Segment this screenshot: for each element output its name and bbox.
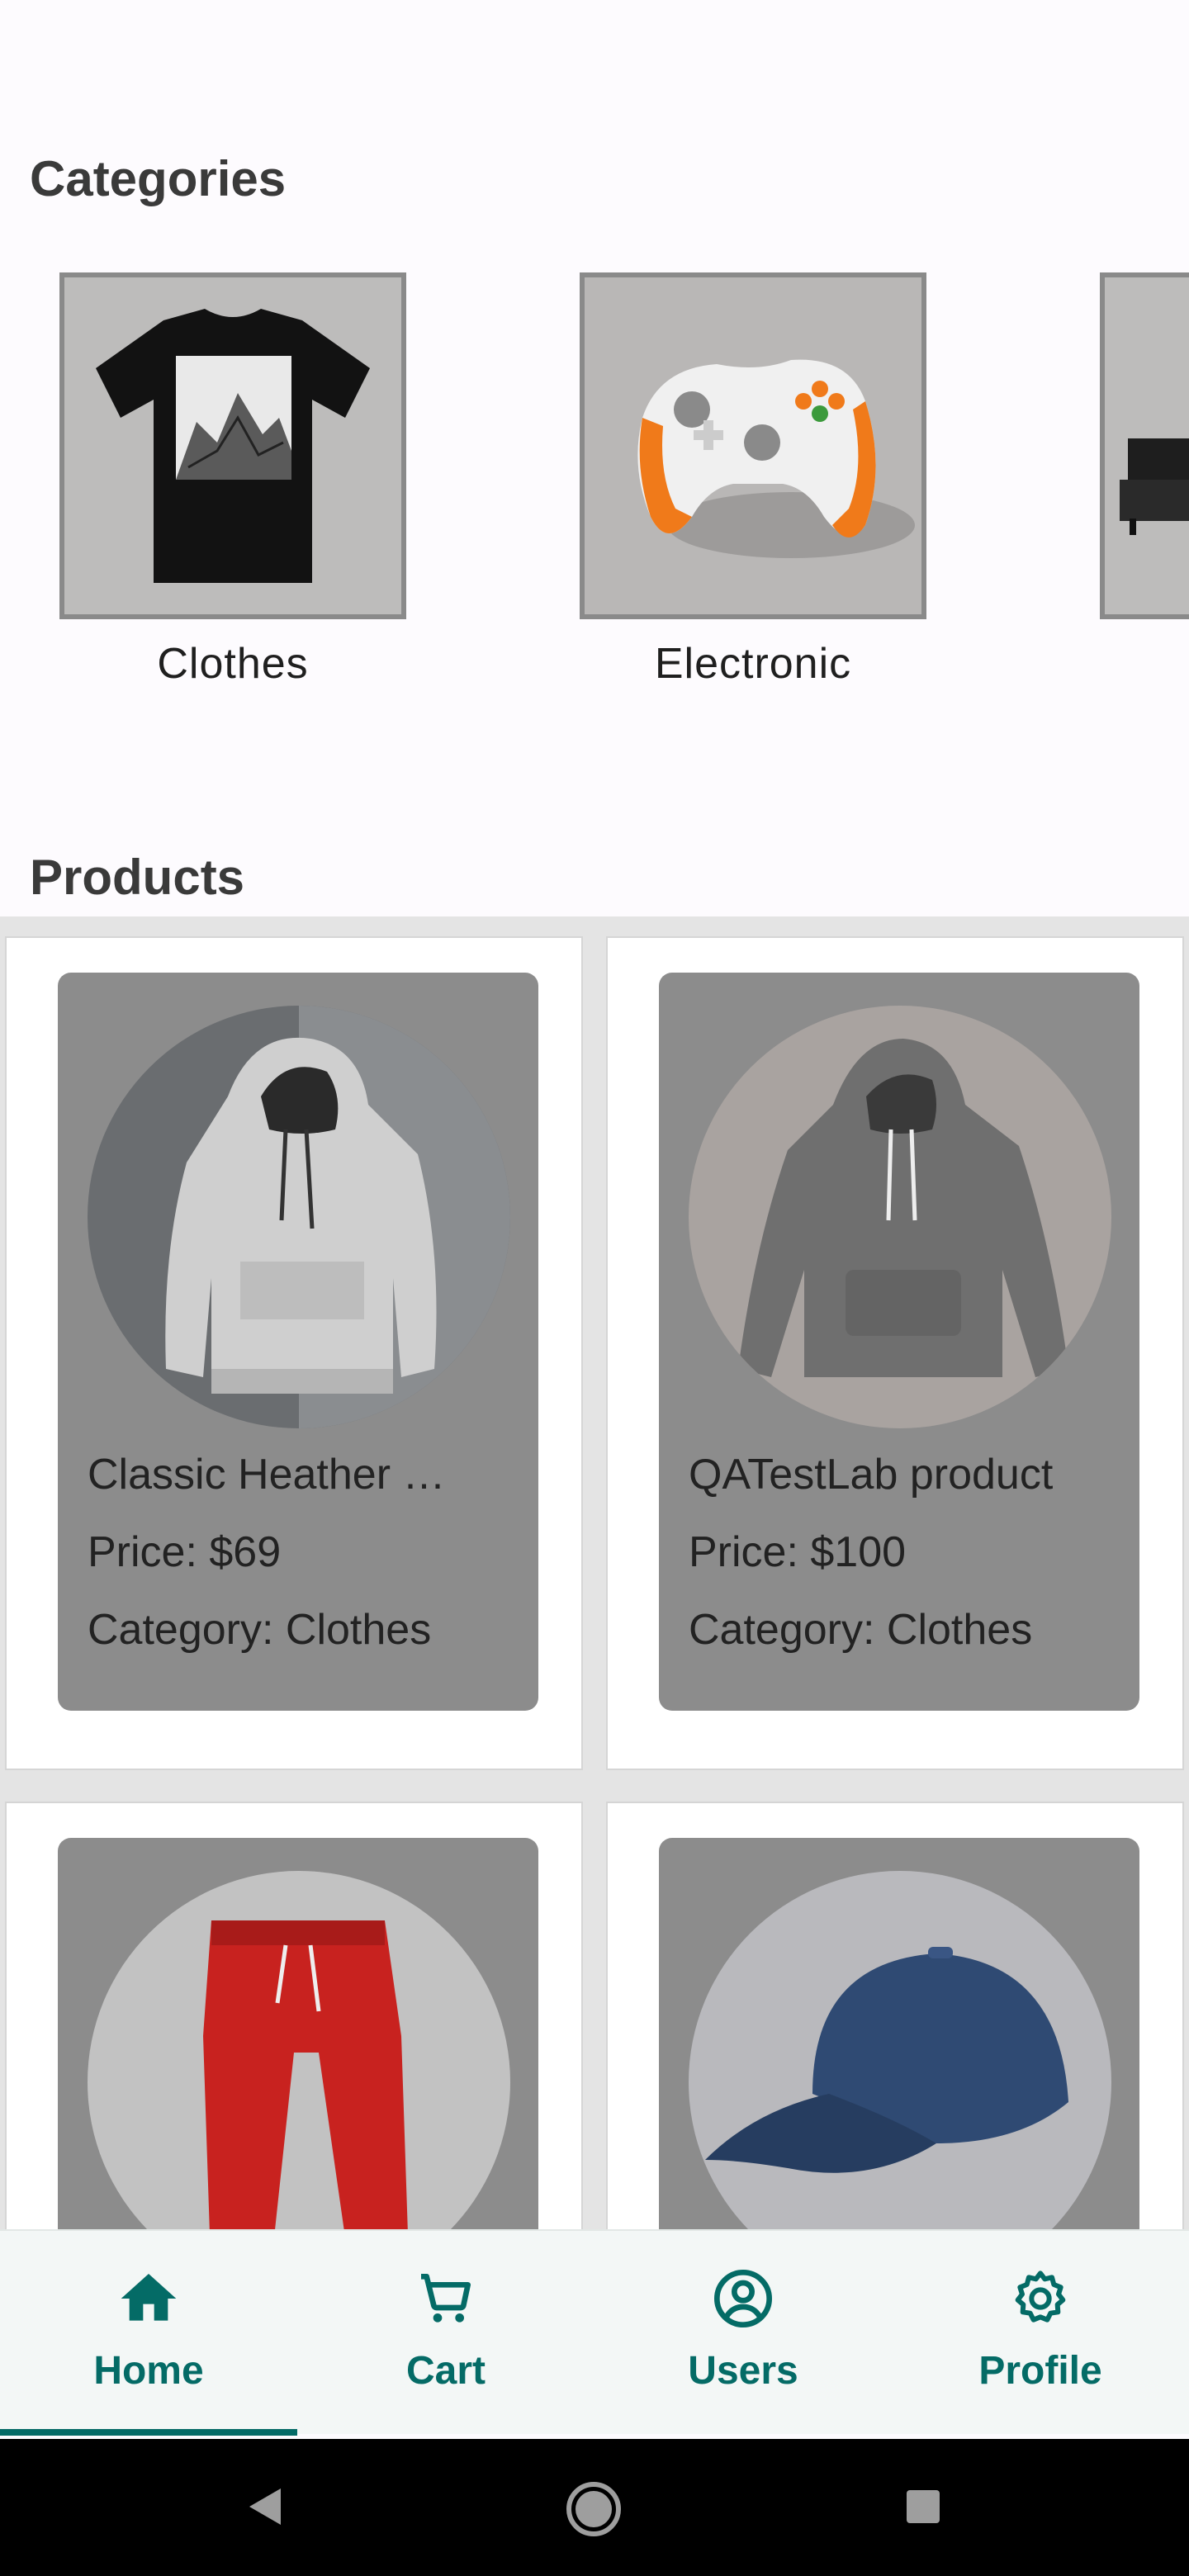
category-label: Clothes	[157, 640, 309, 688]
red-pants-image	[88, 1871, 510, 2229]
product-price: Price: $100	[689, 1528, 907, 1576]
cap-image	[689, 1871, 1111, 2229]
hoodie-image	[689, 1006, 1111, 1428]
nav-label: Home	[93, 2349, 204, 2393]
product-card[interactable]: QATestLab product Price: $100 Category: …	[606, 936, 1184, 1770]
categories-title: Categories	[30, 151, 287, 206]
category-item-electronic[interactable]: Electronic	[580, 272, 926, 689]
nav-label: Cart	[405, 2349, 486, 2393]
category-label: Electronic	[654, 640, 852, 688]
nav-cart[interactable]: Cart	[297, 2231, 594, 2436]
category-item-furniture[interactable]	[1100, 272, 1189, 619]
app-screen: Categories Clothes Electronic Products C…	[0, 0, 1189, 2576]
product-category: Category: Clothes	[88, 1606, 432, 1654]
product-card-content: QATestLab product Price: $100 Category: …	[659, 973, 1139, 1711]
nav-profile[interactable]: Profile	[892, 2231, 1189, 2436]
cart-icon	[421, 2274, 471, 2323]
products-grid[interactable]: Classic Heather … Price: $69 Category: C…	[0, 916, 1189, 2229]
categories-carousel[interactable]: Clothes Electronic	[0, 272, 1189, 718]
product-price: Price: $69	[88, 1528, 282, 1576]
tshirt-image	[59, 272, 406, 619]
home-icon	[121, 2274, 177, 2321]
system-navigation-bar	[0, 2439, 1189, 2576]
product-category: Category: Clothes	[689, 1606, 1033, 1654]
game-controller-image	[580, 272, 926, 619]
nav-label: Profile	[978, 2349, 1102, 2393]
products-title: Products	[30, 850, 245, 905]
back-icon[interactable]	[244, 2485, 284, 2528]
bottom-navigation: Home Cart Users Profile	[0, 2229, 1189, 2436]
product-card[interactable]	[606, 1802, 1184, 2229]
product-card-content	[659, 1838, 1139, 2229]
hoodie-image	[88, 1006, 510, 1428]
product-name: Classic Heather …	[88, 1451, 446, 1499]
recents-icon[interactable]	[905, 2488, 941, 2525]
gear-icon	[1015, 2271, 1066, 2323]
user-circle-icon	[714, 2270, 772, 2327]
nav-home[interactable]: Home	[0, 2231, 297, 2436]
nav-label: Users	[688, 2349, 798, 2393]
active-tab-indicator	[0, 2429, 297, 2436]
sofa-image	[1100, 272, 1189, 619]
product-card[interactable]	[5, 1802, 583, 2229]
category-item-clothes[interactable]: Clothes	[59, 272, 406, 689]
product-card-content	[58, 1838, 538, 2229]
nav-users[interactable]: Users	[594, 2231, 892, 2436]
product-name: QATestLab product	[689, 1451, 1054, 1499]
product-card[interactable]: Classic Heather … Price: $69 Category: C…	[5, 936, 583, 1770]
home-circle-icon[interactable]	[565, 2480, 623, 2538]
product-card-content: Classic Heather … Price: $69 Category: C…	[58, 973, 538, 1711]
